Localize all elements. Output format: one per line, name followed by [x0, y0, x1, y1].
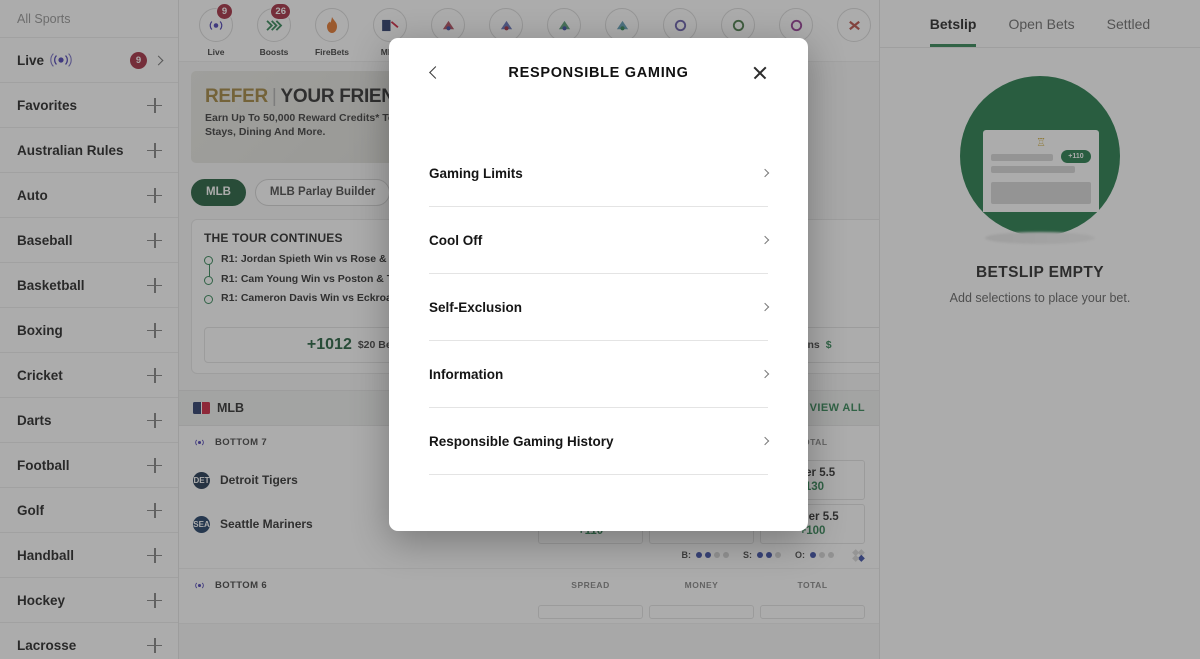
chevron-right-icon	[760, 369, 770, 379]
menu-item-label: Gaming Limits	[429, 165, 523, 181]
responsible-gaming-modal: RESPONSIBLE GAMING Gaming Limits Cool Of…	[389, 38, 808, 531]
menu-item-label: Self-Exclusion	[429, 299, 523, 315]
menu-item-label: Cool Off	[429, 232, 483, 248]
menu-item-responsible-gaming-history[interactable]: Responsible Gaming History	[429, 408, 770, 475]
chevron-right-icon	[760, 436, 770, 446]
menu-item-self-exclusion[interactable]: Self-Exclusion	[429, 274, 770, 341]
menu-item-cool-off[interactable]: Cool Off	[429, 207, 770, 274]
menu-item-label: Information	[429, 366, 504, 382]
modal-header: RESPONSIBLE GAMING	[389, 38, 808, 108]
chevron-right-icon	[760, 168, 770, 178]
modal-title: RESPONSIBLE GAMING	[508, 65, 689, 81]
menu-item-gaming-limits[interactable]: Gaming Limits	[429, 140, 770, 207]
modal-menu-list: Gaming Limits Cool Off Self-Exclusion In…	[389, 108, 808, 475]
close-icon[interactable]	[752, 65, 768, 81]
chevron-right-icon	[760, 302, 770, 312]
chevron-right-icon	[760, 235, 770, 245]
menu-item-label: Responsible Gaming History	[429, 433, 614, 449]
menu-item-information[interactable]: Information	[429, 341, 770, 408]
